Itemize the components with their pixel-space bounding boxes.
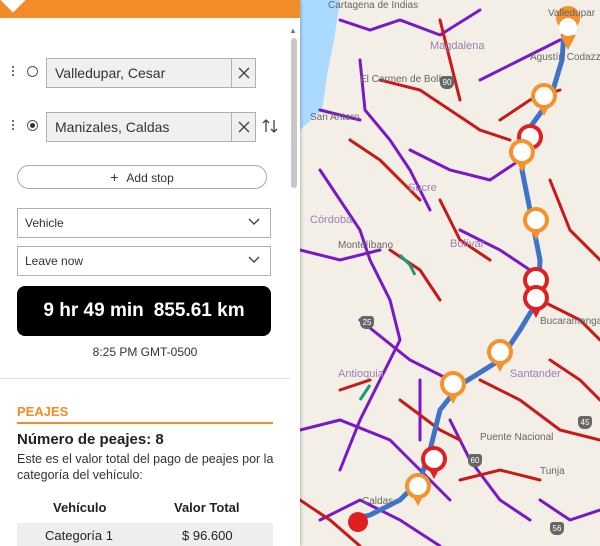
map-label: Valledupar [548,8,596,19]
tolls-heading-rule [17,422,273,424]
departure-time-value: Leave now [25,254,84,268]
destination-radio-icon [27,120,38,131]
app-logo-icon [0,0,29,13]
map-label: Córdoba [310,214,353,226]
tolls-description: Este es el valor total del pago de peaje… [17,452,274,482]
close-icon [238,121,250,133]
table-cell: Categoría 1 [45,528,113,543]
drag-handle-icon[interactable] [12,64,18,78]
highway-shield: 45 [578,416,592,429]
map-view[interactable]: Cartagena de Indias Magdalena Agustín Co… [300,0,600,546]
scroll-up-arrow-icon[interactable]: ▲ [289,26,297,35]
add-stop-button[interactable]: + Add stop [17,165,267,189]
plus-icon: + [110,169,119,185]
route-distance: 855.61 km [153,300,245,321]
chevron-down-icon [248,218,260,225]
road-segment-teal [358,384,372,401]
map-label: San Antero [310,112,360,123]
departure-time-select[interactable]: Leave now [17,246,271,276]
chevron-down-icon [248,256,260,263]
arrival-time: 8:25 PM GMT-0500 [92,345,198,359]
close-icon [238,67,250,79]
map-label: Caldas [362,496,394,507]
map-label: Santander [510,368,561,380]
highway-shield: 90 [440,76,454,89]
highway-shield: 60 [468,454,482,467]
tolls-table: Vehículo Valor Total Categoría 1 $ 96.60… [17,500,273,546]
map-label: Bolívar [450,238,485,250]
reverse-stops-icon[interactable] [262,118,278,134]
map-label: Bucaramanga [540,316,600,327]
panel-header [0,0,300,18]
stop-row-origin: Valledupar, Cesar [8,58,288,88]
highway-shield: 56 [550,522,564,535]
route-duration: 9 hr 49 min [43,300,144,321]
origin-input[interactable]: Valledupar, Cesar [46,58,256,88]
map-label: Magdalena [430,40,485,52]
vehicle-select-value: Vehicle [25,216,64,230]
tolls-count: Número de peajes: 8 [17,431,164,448]
panel-scrollbar[interactable] [291,38,297,188]
destination-input[interactable]: Manizales, Caldas [46,112,256,142]
drag-handle-icon[interactable] [12,118,18,132]
table-row: Categoría 1 $ 96.600 [17,523,273,546]
map-label: Agustín Codazzi [530,52,600,63]
origin-radio-icon [27,66,38,77]
map-label: Cartagena de Indias [328,0,419,11]
stop-row-destination: Manizales, Caldas [8,112,288,142]
tolls-heading: PEAJES [17,404,69,419]
add-stop-label: Add stop [126,171,174,185]
column-header: Valor Total [174,500,240,515]
map-label: Tunja [540,466,565,477]
highway-shield: 25 [360,316,374,329]
divider [0,378,290,379]
clear-destination-button[interactable] [231,112,256,142]
vehicle-select[interactable]: Vehicle [17,208,271,238]
column-header: Vehículo [53,500,107,515]
directions-panel: ▲ Valledupar, Cesar Manizales, Caldas + A… [0,0,300,546]
table-header: Vehículo Valor Total [17,500,273,520]
map-label: Antioquia [338,368,384,380]
clear-origin-button[interactable] [231,58,256,88]
map-label: Sucre [408,182,437,194]
table-cell: $ 96.600 [182,528,233,543]
route-summary: 9 hr 49 min 855.61 km [17,286,271,336]
map-label: Montelíbano [338,240,394,251]
map-label: Puente Nacional [480,432,554,443]
